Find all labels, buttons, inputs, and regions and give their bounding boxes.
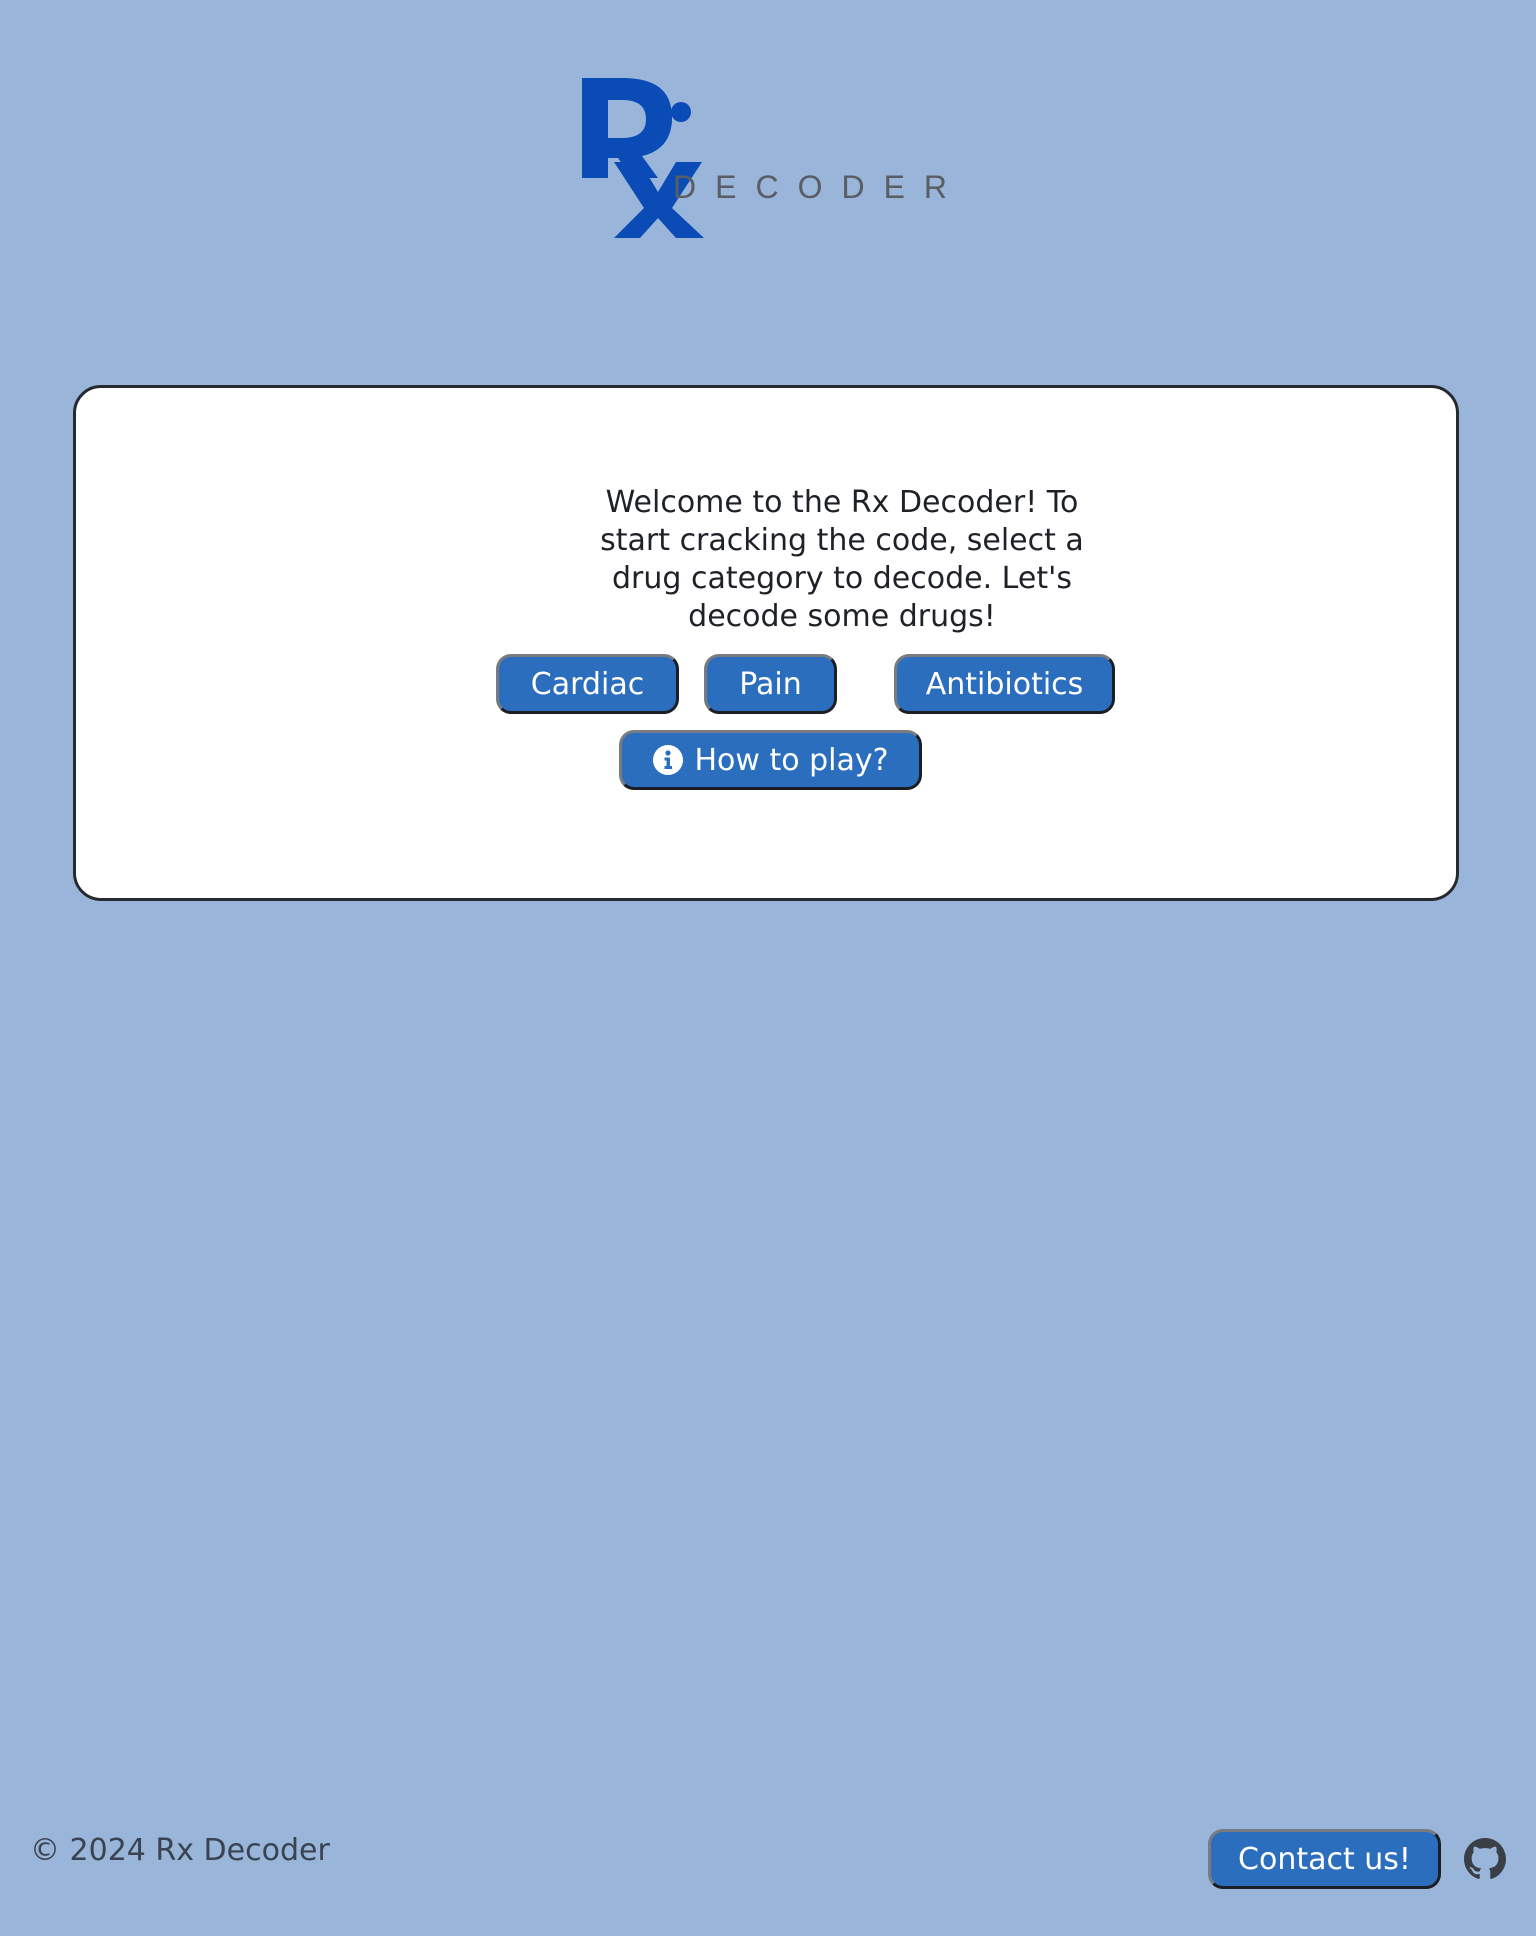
rx-decoder-logo: DECODER Rx bbox=[578, 70, 958, 250]
info-circle-icon bbox=[652, 744, 684, 776]
main-card: Welcome to the Rx Decoder! To start crac… bbox=[73, 385, 1459, 901]
welcome-message: Welcome to the Rx Decoder! To start crac… bbox=[600, 485, 1084, 634]
logo-mark-text: Rx bbox=[578, 70, 580, 71]
cardiac-button-label: Cardiac bbox=[530, 666, 645, 702]
contact-us-label: Contact us! bbox=[1238, 1841, 1411, 1877]
contact-us-button[interactable]: Contact us! bbox=[1208, 1829, 1441, 1889]
antibiotics-button[interactable]: Antibiotics bbox=[894, 654, 1115, 714]
cardiac-button[interactable]: Cardiac bbox=[496, 654, 679, 714]
logo-wordmark: DECODER bbox=[673, 169, 958, 205]
pain-button-label: Pain bbox=[739, 666, 802, 702]
how-to-play-label: How to play? bbox=[694, 742, 889, 778]
copyright-text: © 2024 Rx Decoder bbox=[30, 1833, 330, 1868]
antibiotics-button-label: Antibiotics bbox=[925, 666, 1084, 702]
pain-button[interactable]: Pain bbox=[704, 654, 837, 714]
logo-dot bbox=[671, 102, 691, 122]
github-icon[interactable] bbox=[1464, 1838, 1506, 1880]
how-to-play-button[interactable]: How to play? bbox=[619, 730, 922, 790]
